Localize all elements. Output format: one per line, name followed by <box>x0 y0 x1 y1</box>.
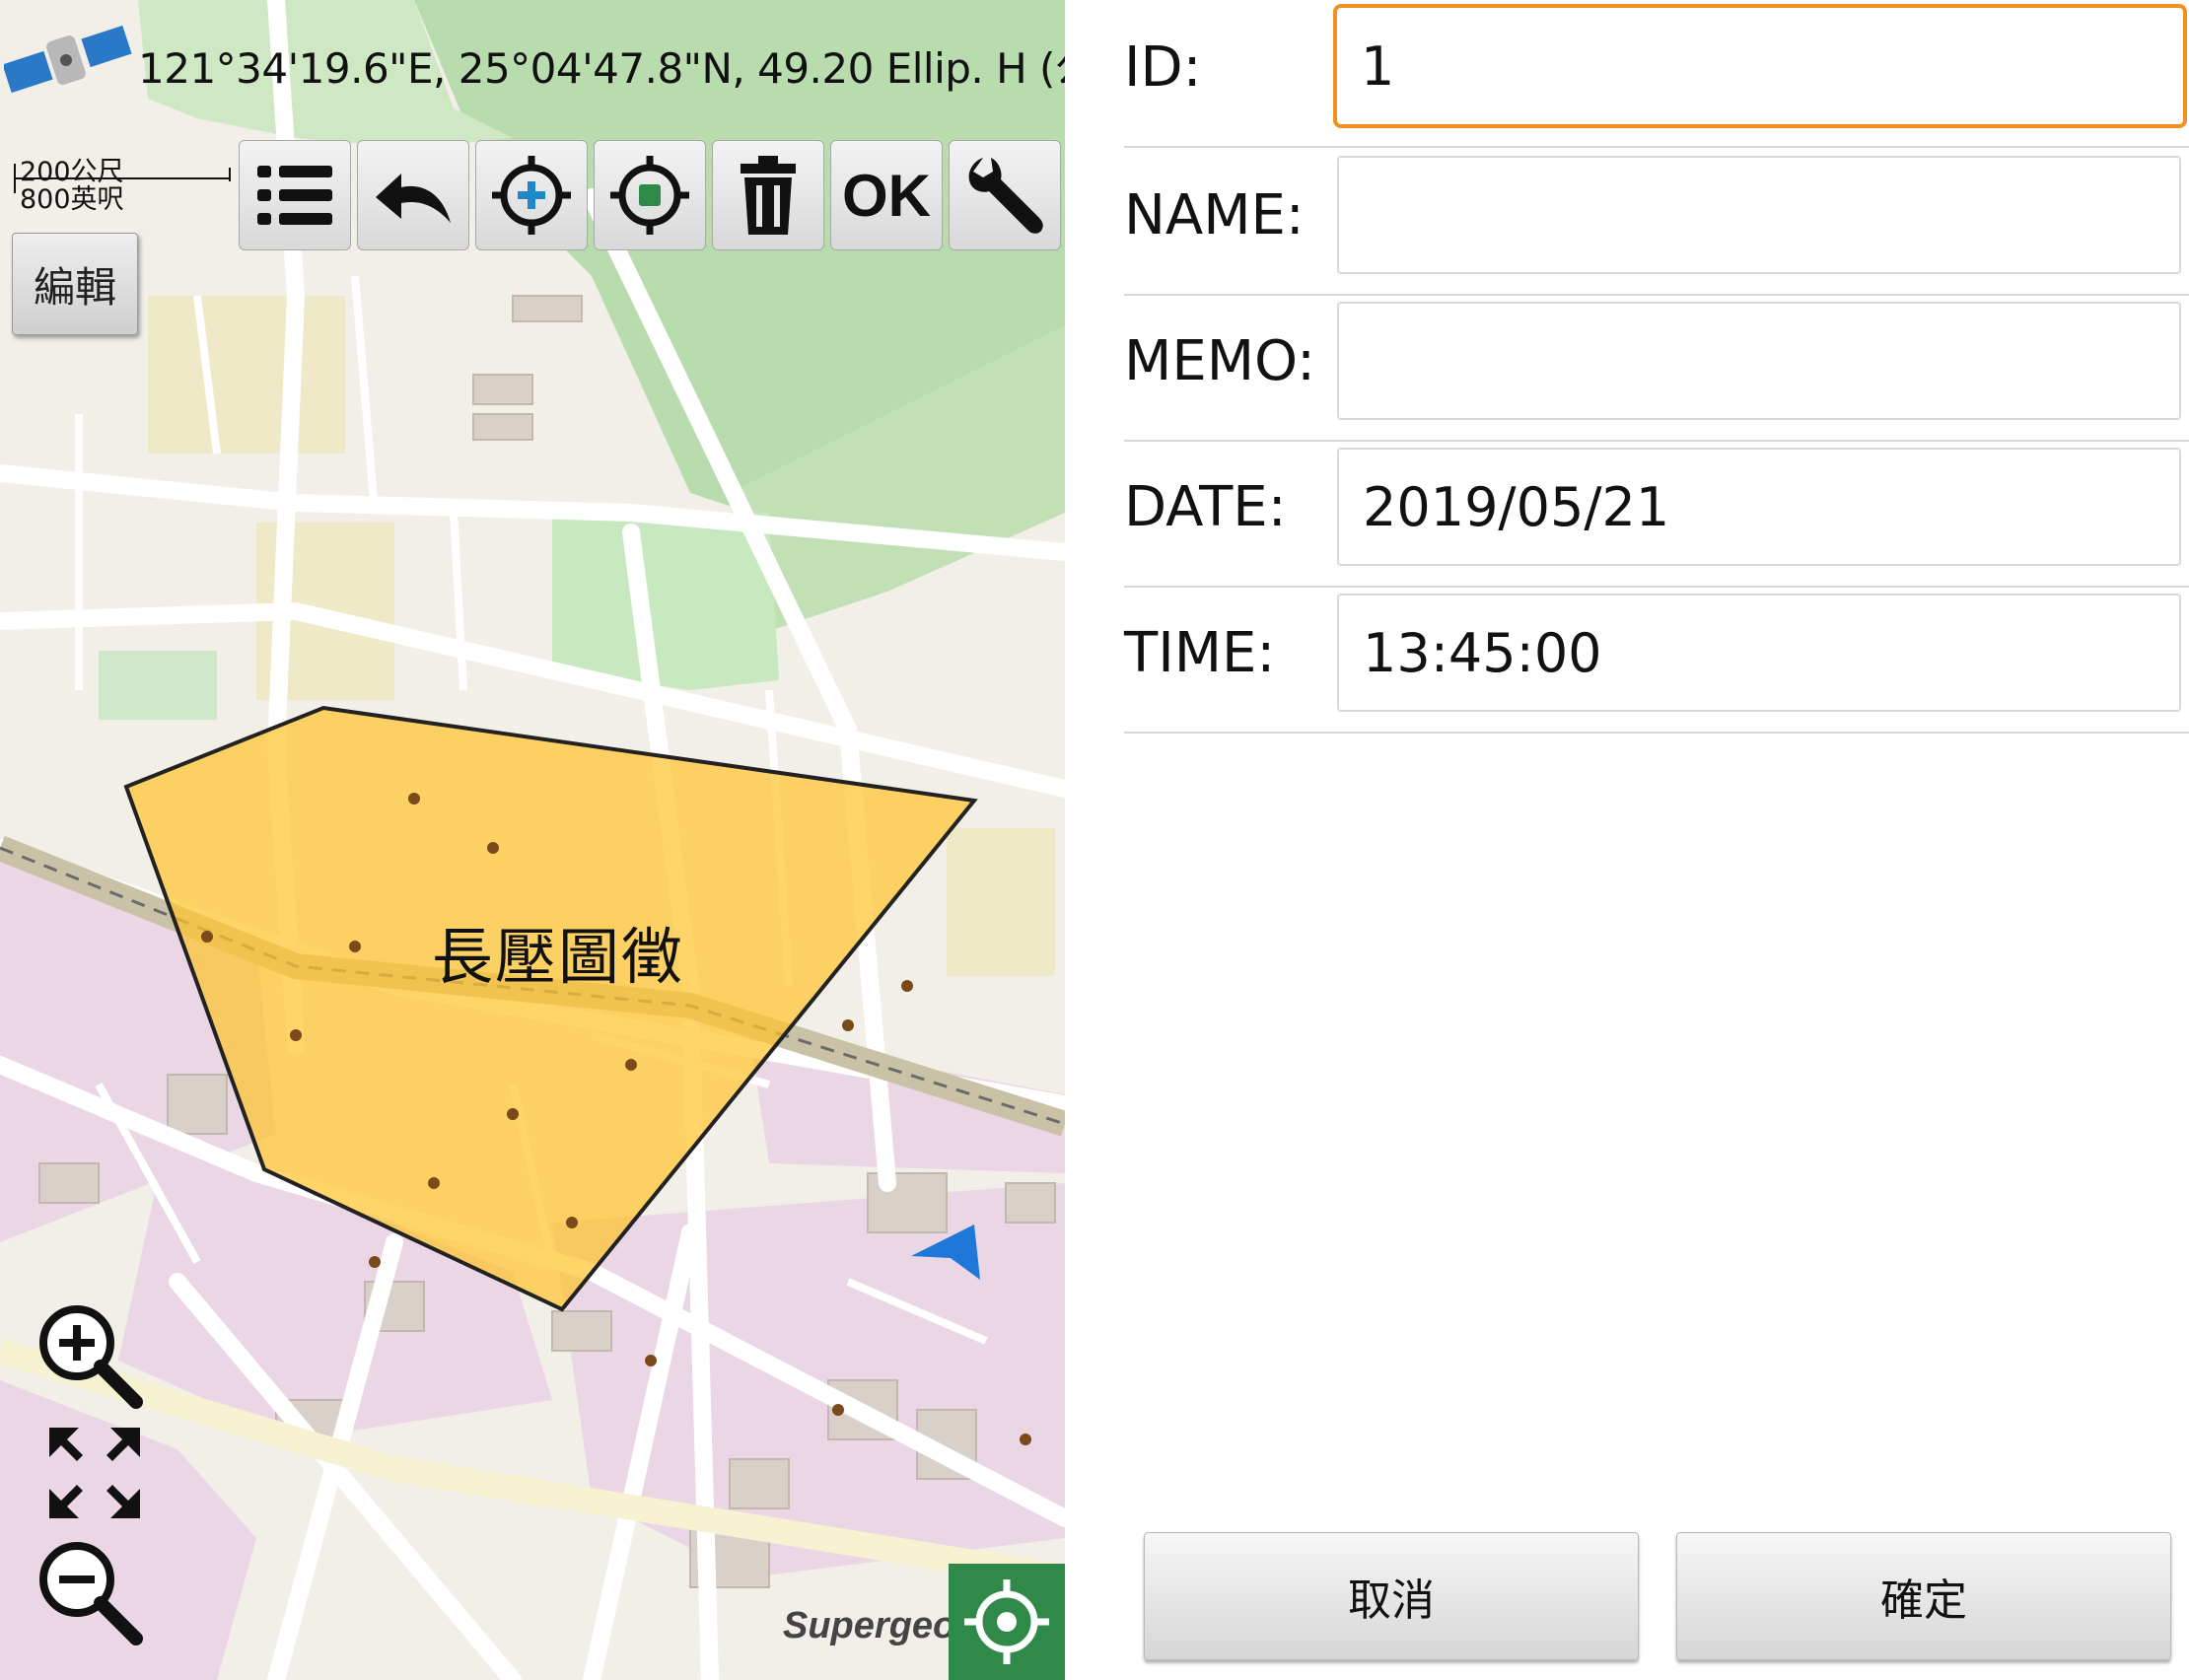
wrench-icon <box>968 158 1043 234</box>
undo-button[interactable] <box>357 140 469 250</box>
time-label: TIME: <box>1124 621 1276 685</box>
gps-locate-icon <box>964 1579 1049 1664</box>
add-point-button[interactable] <box>475 140 588 250</box>
scale-bar: 200公尺 800英呎 <box>10 148 231 215</box>
settings-button[interactable] <box>949 140 1061 250</box>
form-row-date: DATE: 2019/05/21 <box>1124 440 2189 588</box>
ok-label: OK <box>842 162 931 229</box>
map-view[interactable]: 121°34'19.6"E, 25°04'47.8"N, 49.20 Ellip… <box>0 0 1065 1680</box>
delete-button[interactable] <box>712 140 824 250</box>
attribute-form: ID: 1 NAME: MEMO: DATE: 2019/05/21 TIME:… <box>1065 0 2189 1680</box>
coordinate-readout: 121°34'19.6"E, 25°04'47.8"N, 49.20 Ellip… <box>138 44 1065 93</box>
navigation-arrow-icon <box>911 1225 980 1280</box>
satellite-icon <box>4 25 132 94</box>
full-extent-button[interactable] <box>45 1424 144 1526</box>
undo-icon <box>376 174 451 223</box>
crosshair-square-icon <box>610 156 689 235</box>
locate-button[interactable] <box>949 1564 1065 1680</box>
memo-field[interactable] <box>1337 302 2181 420</box>
capture-point-button[interactable] <box>594 140 706 250</box>
id-label: ID: <box>1124 35 1202 100</box>
date-label: DATE: <box>1124 475 1287 539</box>
polygon-label: 長壓圖徵 <box>432 921 685 993</box>
memo-label: MEMO: <box>1124 329 1315 393</box>
zoom-in-icon <box>39 1305 143 1409</box>
zoom-out-button[interactable] <box>28 1538 146 1650</box>
name-label: NAME: <box>1124 183 1305 247</box>
zoom-out-icon <box>39 1542 143 1645</box>
form-row-name: NAME: <box>1124 148 2189 296</box>
form-row-time: TIME: 13:45:00 <box>1124 586 2189 734</box>
edit-toolbar: OK <box>239 140 1065 252</box>
time-field[interactable]: 13:45:00 <box>1337 594 2181 712</box>
zoom-in-button[interactable] <box>28 1301 146 1414</box>
form-row-memo: MEMO: <box>1124 294 2189 442</box>
list-icon <box>257 166 332 225</box>
crosshair-plus-icon <box>492 156 571 235</box>
trash-icon <box>741 156 796 235</box>
date-field[interactable]: 2019/05/21 <box>1337 448 2181 566</box>
supergeo-logo: Supergeo <box>783 1605 956 1646</box>
expand-icon <box>49 1428 140 1518</box>
form-row-id: ID: 1 <box>1124 0 2189 148</box>
edit-button[interactable]: 編輯 <box>12 233 138 335</box>
cancel-button[interactable]: 取消 <box>1144 1532 1639 1660</box>
confirm-button[interactable]: 確定 <box>1676 1532 2171 1660</box>
name-field[interactable] <box>1337 156 2181 274</box>
ok-button[interactable]: OK <box>830 140 943 250</box>
id-field[interactable]: 1 <box>1333 4 2187 128</box>
list-button[interactable] <box>239 140 351 250</box>
scale-imperial-label: 800英呎 <box>20 184 124 215</box>
